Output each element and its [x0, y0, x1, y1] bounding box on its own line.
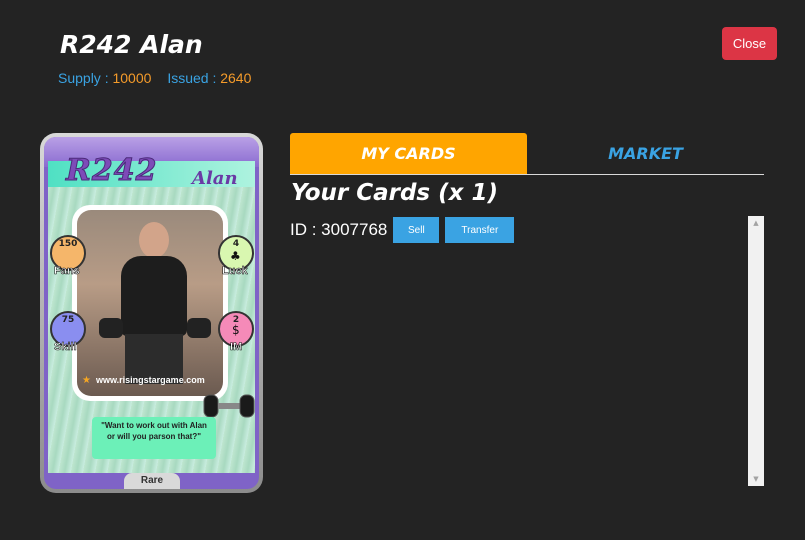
card-image: R242 Alan ★ www.risingstargame.com 150 F…	[40, 133, 263, 493]
scroll-down-icon[interactable]: ▼	[748, 472, 764, 486]
luck-label: Luck	[222, 265, 248, 278]
issued-value: 2640	[220, 70, 252, 86]
dollar-icon: $	[232, 323, 240, 337]
close-button[interactable]: Close	[722, 27, 777, 60]
skill-label: Skill	[54, 341, 77, 354]
card-tabs: MY CARDS MARKET	[290, 133, 764, 175]
transfer-button[interactable]: Transfer	[445, 217, 515, 243]
rarity-badge: Rare	[124, 473, 180, 489]
supply-label: Supply :	[58, 70, 109, 86]
skill-value: 75	[61, 315, 75, 325]
card-detail-modal: R242 Alan Supply : 10000 Issued : 2640 C…	[0, 0, 805, 540]
tab-my-cards[interactable]: MY CARDS	[290, 133, 527, 174]
fans-label: Fans	[54, 265, 80, 278]
card-list: ID : 3007768 Sell Transfer	[290, 216, 764, 486]
clover-icon: ♣	[230, 249, 241, 263]
scrollbar[interactable]: ▲ ▼	[748, 216, 764, 486]
supply-value: 10000	[112, 70, 152, 86]
supply-info: Supply : 10000 Issued : 2640	[58, 70, 263, 86]
card-photo	[72, 205, 228, 401]
card-title: R242 Alan	[60, 30, 203, 59]
card-website: www.risingstargame.com	[96, 375, 205, 385]
fans-value: 150	[58, 239, 78, 249]
tab-market[interactable]: MARKET	[527, 133, 764, 174]
star-icon: ★	[82, 375, 91, 386]
sell-button[interactable]: Sell	[393, 217, 440, 243]
scroll-up-icon[interactable]: ▲	[748, 216, 764, 230]
card-name: Alan	[192, 168, 238, 189]
card-quote: "Want to work out with Alan or will you …	[92, 417, 216, 459]
card-id: ID : 3007768	[290, 220, 388, 239]
issued-label: Issued :	[167, 70, 217, 86]
luck-value: 4	[232, 239, 240, 249]
card-code: R242	[66, 153, 158, 189]
your-cards-heading: Your Cards (x 1)	[291, 180, 498, 206]
im-label: IM	[230, 341, 243, 354]
list-item: ID : 3007768 Sell Transfer	[290, 216, 764, 244]
